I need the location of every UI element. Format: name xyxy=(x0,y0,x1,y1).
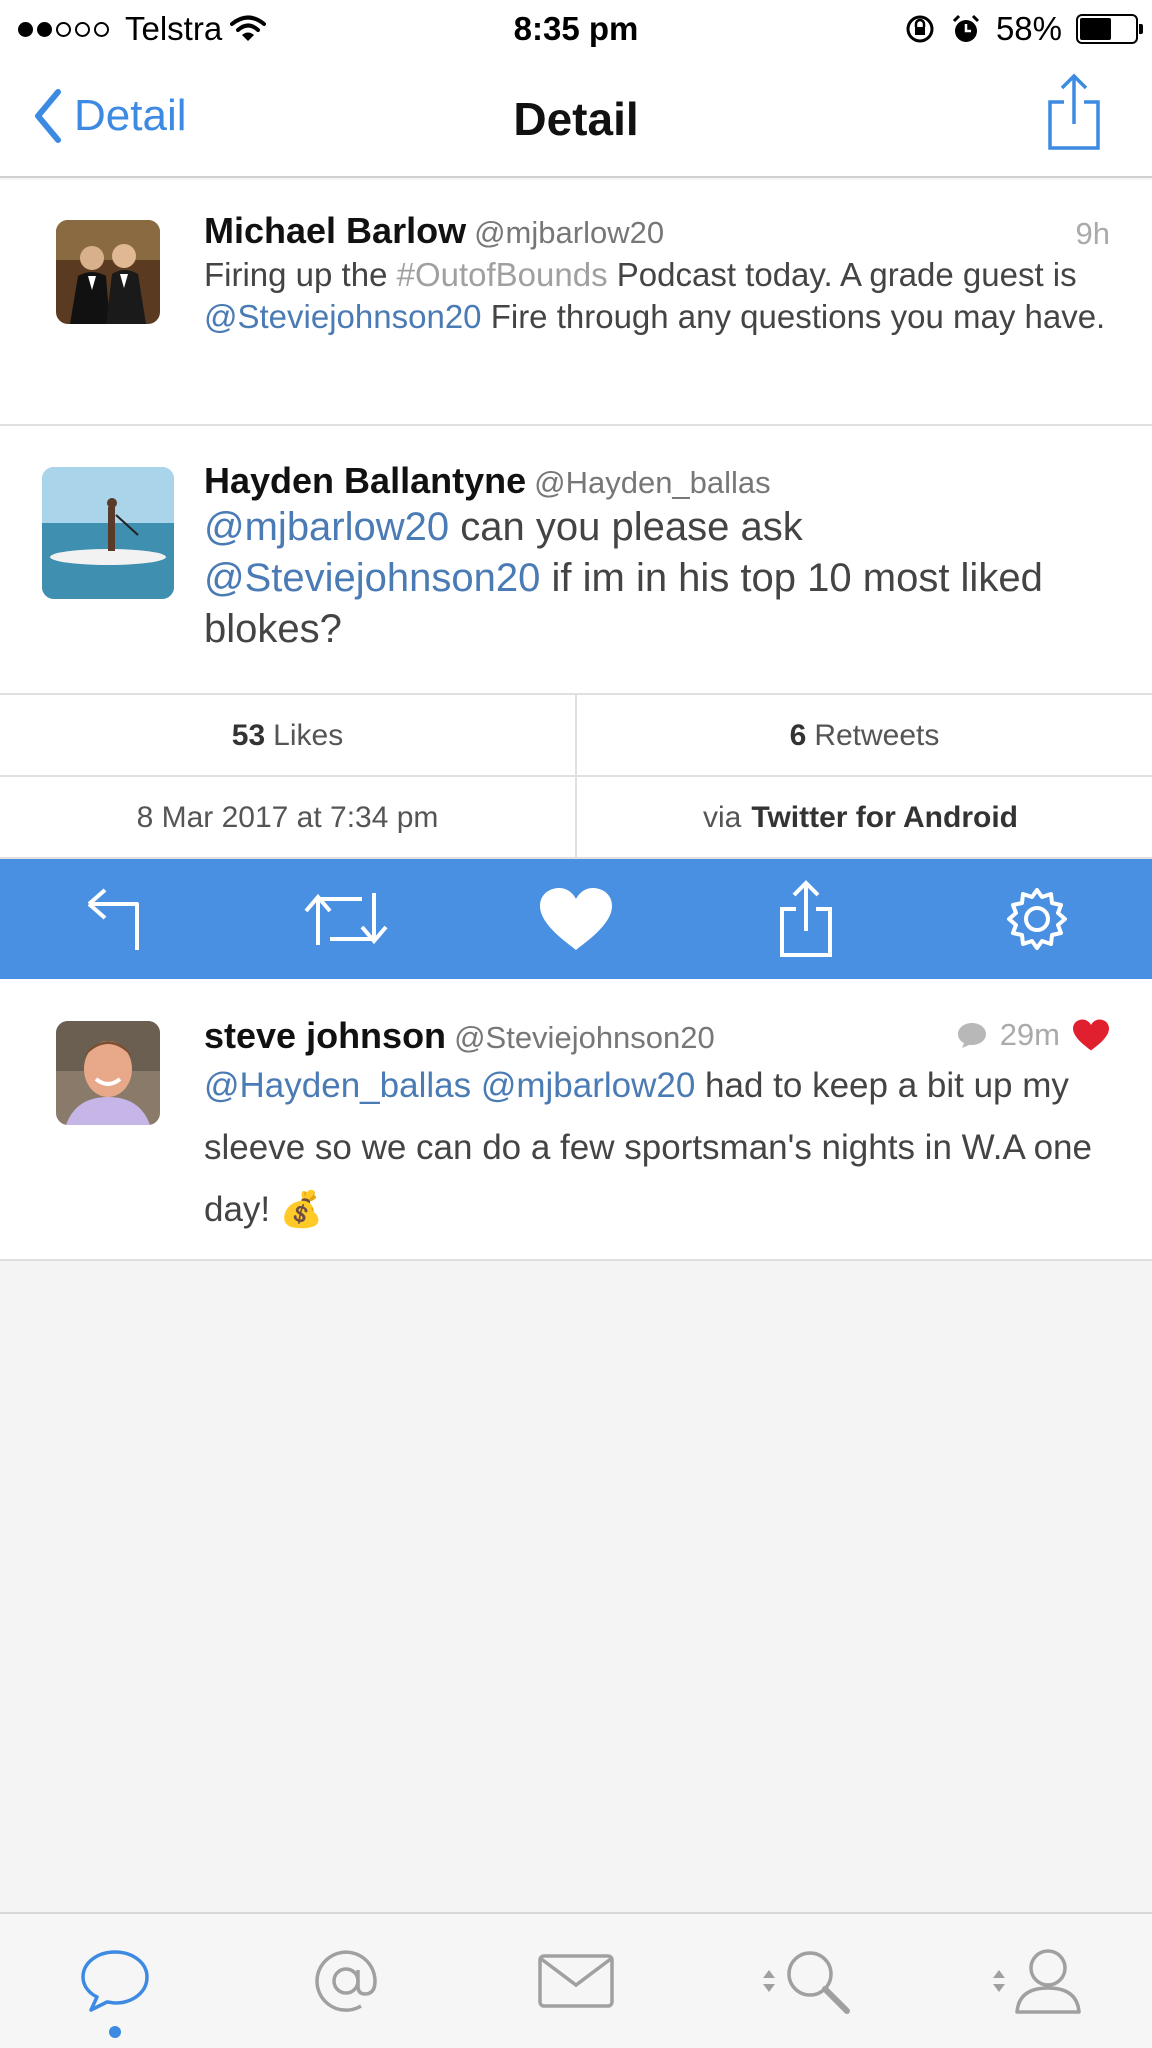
tab-mentions[interactable] xyxy=(230,1914,460,2048)
retweets-count: 6 xyxy=(789,718,807,752)
liked-heart-icon xyxy=(1073,1019,1109,1051)
share-button[interactable] xyxy=(1046,72,1102,157)
avatar[interactable] xyxy=(56,220,160,324)
navigation-bar: Detail Detail xyxy=(0,58,1152,178)
avatar[interactable] xyxy=(56,1021,160,1125)
status-bar: Telstra 8:35 pm 58% xyxy=(0,0,1152,58)
heart-icon xyxy=(540,888,613,950)
tab-profile[interactable] xyxy=(922,1914,1152,2048)
share-tweet-button[interactable] xyxy=(691,859,921,979)
reply-icon xyxy=(87,888,140,950)
via-label: via xyxy=(703,800,742,834)
mentions-icon xyxy=(314,1950,377,2012)
author-name[interactable]: steve johnson xyxy=(204,1015,446,1056)
messages-icon xyxy=(538,1954,614,2008)
likes-count-button[interactable]: 53 Likes xyxy=(0,695,575,776)
mention-link[interactable]: @Steviejohnson20 xyxy=(204,298,482,335)
gear-icon xyxy=(1006,888,1067,950)
tweet-stats: 53 Likes 6 Retweets 8 Mar 2017 at 7:34 pm … xyxy=(0,695,1152,859)
retweet-button[interactable] xyxy=(230,859,460,979)
tweet-text: @Hayden_ballas @mjbarlow20 had to keep a… xyxy=(204,1066,1092,1229)
reply-tweet[interactable]: steve johnson @Steviejohnson20 29m @Hayde… xyxy=(0,979,1152,1261)
tweet-text: Firing up the #OutofBounds Podcast today… xyxy=(204,256,1106,335)
mention-link[interactable]: @Hayden_ballas xyxy=(204,1066,471,1105)
tab-timeline[interactable] xyxy=(0,1914,230,2048)
author-handle[interactable]: @Hayden_ballas xyxy=(534,465,771,500)
like-button[interactable] xyxy=(461,859,691,979)
author-handle[interactable]: @Steviejohnson20 xyxy=(454,1020,715,1055)
page-title: Detail xyxy=(513,93,639,145)
retweets-count-button[interactable]: 6 Retweets xyxy=(577,695,1152,776)
author-name[interactable]: Michael Barlow xyxy=(204,210,466,251)
tweet-date: 8 Mar 2017 at 7:34 pm xyxy=(136,800,439,834)
settings-button[interactable] xyxy=(922,859,1152,979)
retweets-label: Retweets xyxy=(814,718,940,752)
share-icon xyxy=(1048,73,1100,150)
tweet-time: 29m xyxy=(999,1017,1060,1052)
retweet-icon xyxy=(304,893,388,945)
mention-link[interactable]: @Steviejohnson20 xyxy=(204,556,540,600)
mention-link[interactable]: @mjbarlow20 xyxy=(481,1066,696,1105)
author-name[interactable]: Hayden Ballantyne xyxy=(204,460,526,501)
likes-count: 53 xyxy=(231,718,266,752)
main-tweet: Hayden Ballantyne @Hayden_ballas @mjbarlo… xyxy=(0,426,1152,695)
parent-tweet[interactable]: Michael Barlow @mjbarlow20 9h Firing up t… xyxy=(0,180,1152,426)
profile-icon xyxy=(1015,1949,1081,2014)
battery-icon xyxy=(1076,14,1143,44)
battery-percent: 58% xyxy=(995,10,1062,47)
timeline-icon xyxy=(81,1950,149,2012)
active-tab-indicator xyxy=(109,2026,122,2038)
mention-link[interactable]: @mjbarlow20 xyxy=(204,505,449,549)
money-bag-emoji: 💰 xyxy=(279,1190,324,1229)
avatar[interactable] xyxy=(42,467,174,599)
source-app: Twitter for Android xyxy=(751,800,1018,834)
hashtag-link[interactable]: #OutofBounds xyxy=(397,256,608,293)
tab-bar xyxy=(0,1912,1152,2048)
author-handle[interactable]: @mjbarlow20 xyxy=(474,215,664,250)
tweet-time: 9h xyxy=(1075,216,1110,251)
sort-arrows-icon xyxy=(992,1970,1005,1992)
tweet-action-bar xyxy=(0,859,1152,979)
tab-messages[interactable] xyxy=(461,1914,691,2048)
tweet-text: @mjbarlow20 can you please ask @Steviejo… xyxy=(204,505,1043,651)
tweet-source: via Twitter for Android xyxy=(577,777,1152,858)
reply-button[interactable] xyxy=(0,859,230,979)
sort-arrows-icon xyxy=(763,1970,776,1992)
search-icon xyxy=(787,1951,851,2014)
reply-bubble-icon xyxy=(957,1023,986,1048)
alarm-icon xyxy=(952,14,979,42)
tab-search[interactable] xyxy=(691,1914,921,2048)
likes-label: Likes xyxy=(273,718,344,752)
share-icon xyxy=(780,880,833,957)
orientation-lock-icon xyxy=(906,15,934,43)
